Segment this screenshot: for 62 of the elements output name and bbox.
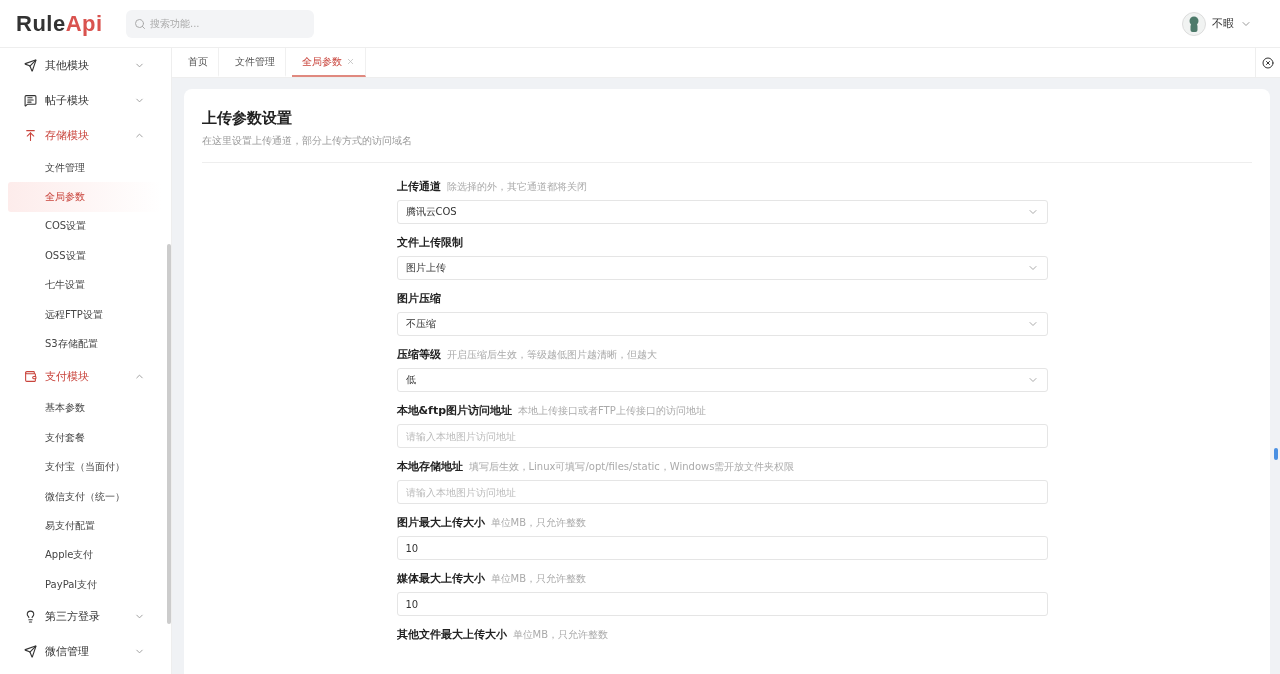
scrollbar[interactable]: [1274, 448, 1278, 460]
sidebar-item[interactable]: 远程FTP设置: [8, 299, 161, 330]
logo: RuleApi: [16, 10, 104, 37]
field-hint: 单位MB，只允许整数: [490, 516, 586, 530]
field-hint: 单位MB，只允许整数: [490, 572, 586, 586]
close-icon[interactable]: [1262, 56, 1274, 69]
sidebar-item[interactable]: 支付宝（当面付）: [8, 452, 161, 482]
select-field[interactable]: 不压缩: [396, 312, 1048, 336]
sidebar-group[interactable]: 第三方登录: [8, 599, 161, 635]
sidebar-item[interactable]: S3存储配置: [8, 329, 161, 359]
sidebar-item[interactable]: COS设置: [8, 211, 161, 242]
tab[interactable]: 文件管理: [225, 48, 286, 77]
user-name[interactable]: 不暇: [1212, 16, 1234, 31]
field-label: 其他文件最大上传大小: [396, 627, 507, 642]
field-label: 图片压缩: [396, 291, 441, 306]
field-label: 本地存储地址: [396, 459, 463, 474]
field-label: 压缩等级: [396, 347, 441, 362]
sidebar-group[interactable]: 存储模块: [8, 118, 161, 153]
sidebar-item[interactable]: Apple支付: [8, 540, 161, 571]
field-label: 文件上传限制: [396, 235, 463, 250]
upload-icon: [24, 129, 37, 142]
message-icon: [24, 94, 37, 107]
wallet-icon: [24, 369, 37, 383]
sidebar-item[interactable]: 七牛设置: [8, 270, 161, 300]
lightbulb-icon: [24, 610, 37, 624]
select-field[interactable]: 腾讯云COS: [396, 200, 1048, 224]
input-field[interactable]: 10: [396, 592, 1048, 616]
paper-plane-icon: [24, 59, 37, 72]
search-field[interactable]: 搜索功能...: [126, 9, 314, 38]
sidebar-item[interactable]: OSS设置: [8, 241, 161, 271]
select-field[interactable]: 低: [396, 368, 1048, 392]
field-hint: 本地上传接口或者FTP上传接口的访问地址: [518, 404, 706, 418]
sidebar-item[interactable]: 支付套餐: [8, 423, 161, 453]
field-hint: 除选择的外，其它通道都将关闭: [446, 180, 587, 194]
input-field[interactable]: 10: [396, 536, 1048, 560]
sidebar-item[interactable]: 基本参数: [8, 393, 161, 424]
field-hint: 开启压缩后生效，等级越低图片越清晰，但越大: [446, 348, 657, 362]
sidebar-group[interactable]: 支付模块: [8, 358, 161, 394]
page-subtitle: 在这里设置上传通道，部分上传方式的访问域名: [202, 134, 413, 148]
field-label: 上传通道: [396, 179, 441, 194]
sidebar-group[interactable]: 微信管理: [8, 634, 161, 670]
avatar[interactable]: [1182, 11, 1206, 36]
field-hint: 单位MB，只允许整数: [512, 628, 608, 642]
field-label: 图片最大上传大小: [396, 515, 485, 530]
field-hint: 填写后生效，Linux可填写/opt/files/static，Windows需开放文件夹权限: [468, 460, 795, 474]
input-field[interactable]: 请输入本地图片访问地址: [396, 424, 1048, 448]
field-label: 本地&ftp图片访问地址: [396, 403, 512, 418]
search-icon: [134, 17, 146, 30]
select-field[interactable]: 图片上传: [396, 256, 1048, 280]
sidebar-item[interactable]: 微信支付（统一）: [8, 481, 161, 512]
scrollbar[interactable]: [167, 244, 171, 624]
sidebar-item[interactable]: 文件管理: [8, 153, 161, 183]
input-field[interactable]: 请输入本地图片访问地址: [396, 480, 1048, 504]
tab[interactable]: 首页: [178, 48, 219, 77]
page-title: 上传参数设置: [202, 109, 293, 128]
tab[interactable]: 全局参数: [292, 48, 366, 77]
sidebar-item[interactable]: 易支付配置: [8, 511, 161, 541]
field-label: 媒体最大上传大小: [396, 571, 485, 586]
paper-plane-icon: [24, 645, 37, 659]
sidebar-item[interactable]: PayPal支付: [8, 570, 161, 600]
sidebar-group[interactable]: 帖子模块: [8, 83, 161, 118]
sidebar-group[interactable]: 其他模块: [8, 48, 161, 83]
